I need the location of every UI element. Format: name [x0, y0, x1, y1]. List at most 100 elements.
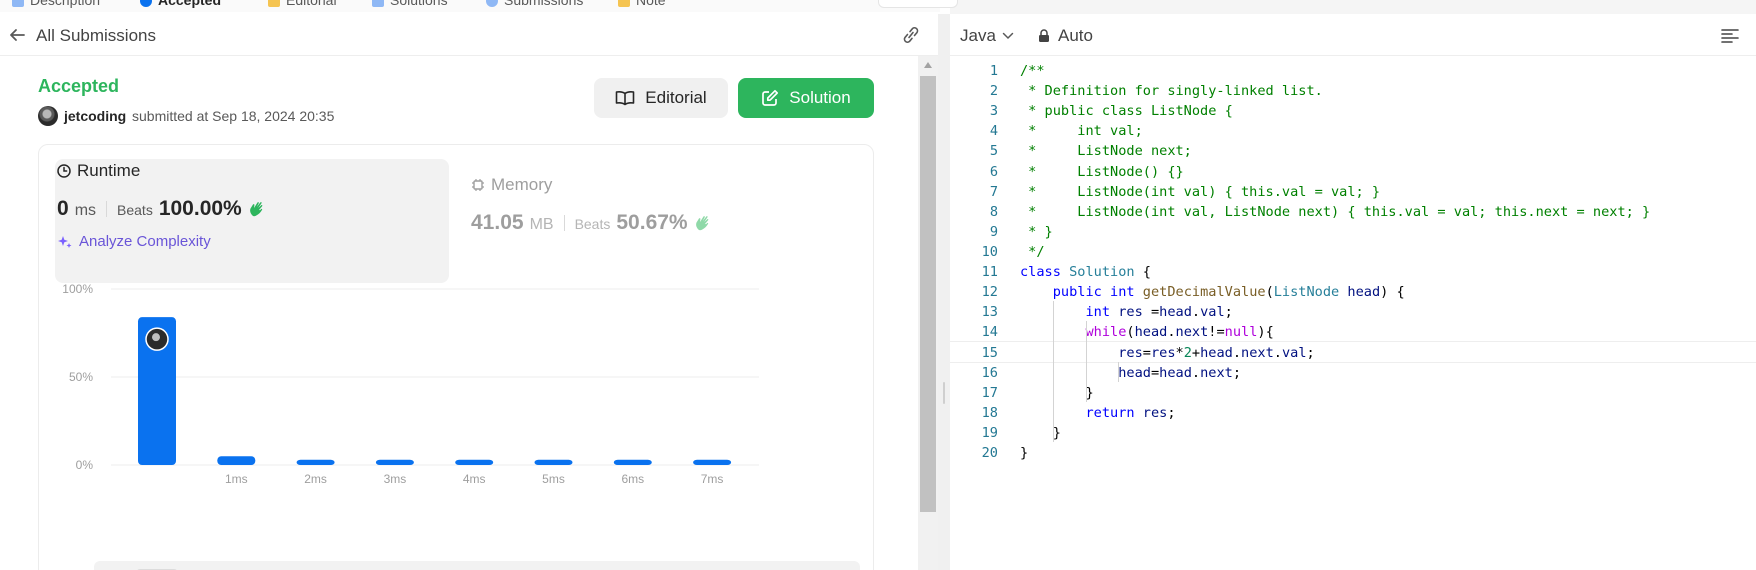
chart-bar[interactable] — [296, 459, 335, 465]
line-number: 10 — [981, 243, 998, 260]
code-text[interactable]: * ListNode(int val) { this.val = val; } — [1020, 181, 1380, 203]
editor-top-strip — [950, 0, 1756, 14]
code-line[interactable]: 14 while(head.next!=null){ — [950, 321, 1756, 343]
code-line[interactable]: 17 } — [950, 382, 1756, 404]
runtime-beats-percent: 100.00% — [158, 197, 242, 220]
all-submissions-link[interactable]: All Submissions — [36, 26, 156, 46]
chart-bar[interactable] — [217, 456, 256, 465]
tab-submissions[interactable]: Submissions — [486, 0, 583, 8]
runtime-distribution-chart: 0% 50% 100% 1ms 2ms 3ms 4ms 5ms 6ms 7ms — [62, 282, 759, 486]
share-link-icon[interactable] — [900, 26, 922, 44]
submission-header: All Submissions — [0, 14, 938, 56]
code-line[interactable]: 8 * ListNode(int val, ListNode next) { t… — [950, 201, 1756, 223]
tab-accepted[interactable]: Accepted — [140, 0, 221, 8]
scrollbar-thumb[interactable] — [920, 76, 936, 512]
memory-metrics: 41.05 MB Beats 50.67% — [471, 211, 712, 235]
chevron-down-icon — [1002, 32, 1014, 40]
book-open-icon — [615, 91, 635, 106]
code-text[interactable]: * public class ListNode { — [1020, 100, 1233, 122]
code-line[interactable]: 15 res=res*2+head.next.val; — [950, 341, 1756, 364]
code-line[interactable]: 10 */ — [950, 241, 1756, 263]
chart-bar[interactable] — [534, 459, 573, 465]
edit-icon — [762, 89, 779, 106]
resize-grip[interactable] — [943, 382, 945, 404]
line-number: 8 — [989, 203, 998, 220]
code-line[interactable]: 1 /** — [950, 60, 1756, 82]
code-text[interactable]: return res; — [1020, 402, 1175, 424]
runtime-value: 0 — [57, 197, 69, 220]
code-line[interactable]: 12 public int getDecimalValue(ListNode h… — [950, 281, 1756, 303]
code-line[interactable]: 9 * } — [950, 221, 1756, 243]
submission-pane: All Submissions Accepted jetcoding submi… — [0, 14, 938, 570]
code-text[interactable]: while(head.next!=null){ — [1020, 321, 1273, 343]
code-line[interactable]: 19 } — [950, 422, 1756, 444]
tab-description[interactable]: Description — [12, 0, 100, 8]
line-number: 6 — [989, 163, 998, 180]
language-selector[interactable]: Java — [960, 26, 1014, 46]
line-number: 13 — [981, 304, 998, 321]
menu-lines-icon[interactable] — [1720, 28, 1740, 44]
line-number: 18 — [981, 404, 998, 421]
code-text[interactable]: } — [1020, 382, 1093, 404]
chart-bar[interactable] — [613, 459, 652, 465]
editorial-button[interactable]: Editorial — [594, 78, 728, 118]
chart-bar[interactable] — [455, 459, 494, 465]
avatar[interactable] — [38, 106, 58, 126]
code-editor-pane: Java Auto 1/** 2 * Definition for singly-… — [950, 14, 1756, 570]
code-line[interactable]: 2 * Definition for singly-linked list. — [950, 80, 1756, 102]
tab-note[interactable]: Note — [618, 0, 666, 8]
code-line[interactable]: 16 head=head.next; — [950, 362, 1756, 384]
code-text[interactable]: * ListNode(int val, ListNode next) { thi… — [1020, 201, 1650, 223]
code-line[interactable]: 11 class Solution { — [950, 261, 1756, 283]
pane-resizer[interactable] — [938, 14, 950, 570]
floating-toolbar — [878, 0, 958, 8]
analyze-complexity-link[interactable]: Analyze Complexity — [57, 233, 211, 250]
code-text[interactable]: /** — [1020, 60, 1045, 82]
line-number: 17 — [981, 384, 998, 401]
code-text[interactable]: } — [1020, 442, 1028, 464]
code-text[interactable]: */ — [1020, 241, 1044, 263]
solution-button[interactable]: Solution — [738, 78, 874, 118]
code-line[interactable]: 20} — [950, 442, 1756, 464]
chart-bar[interactable] — [693, 459, 732, 465]
code-line[interactable]: 5 * ListNode next; — [950, 140, 1756, 162]
clap-icon — [249, 202, 263, 217]
chart-bar[interactable] — [375, 459, 414, 465]
runtime-unit: ms — [74, 202, 97, 219]
scroll-up-arrow-icon[interactable] — [924, 62, 932, 68]
code-text[interactable]: * ListNode() {} — [1020, 161, 1184, 183]
submissions-tab-icon — [486, 0, 498, 8]
back-arrow-icon[interactable] — [8, 26, 26, 44]
code-text[interactable]: } — [1020, 422, 1061, 444]
chart-x-tick-label: 7ms — [701, 472, 724, 486]
submitted-at: submitted at Sep 18, 2024 20:35 — [132, 108, 335, 124]
code-text[interactable]: * Definition for singly-linked list. — [1020, 80, 1323, 102]
code-line[interactable]: 18 return res; — [950, 402, 1756, 424]
left-scrollbar[interactable] — [918, 56, 938, 570]
code-text[interactable]: * int val; — [1020, 120, 1143, 142]
note-tab-icon — [618, 0, 630, 8]
code-line[interactable]: 13 int res =head.val; — [950, 301, 1756, 323]
memory-unit: MB — [529, 216, 554, 233]
chart-x-tick-label: 4ms — [463, 472, 486, 486]
code-text[interactable]: * ListNode next; — [1020, 140, 1192, 162]
code-line[interactable]: 6 * ListNode() {} — [950, 161, 1756, 183]
code-line[interactable]: 4 * int val; — [950, 120, 1756, 142]
line-number: 12 — [981, 284, 998, 301]
chart-x-tick-label: 2ms — [304, 472, 327, 486]
submitter-name[interactable]: jetcoding — [64, 108, 126, 124]
code-text[interactable]: public int getDecimalValue(ListNode head… — [1020, 281, 1405, 303]
memory-beats-label: Beats — [574, 216, 611, 232]
tab-solutions[interactable]: Solutions — [372, 0, 448, 8]
tab-editorial[interactable]: Editorial — [268, 0, 337, 8]
performance-card: Runtime 0 ms Beats 100.00% Analyze Compl… — [38, 144, 874, 570]
code-text[interactable]: class Solution { — [1020, 261, 1151, 283]
runtime-beats-label: Beats — [117, 202, 153, 218]
memory-heading[interactable]: Memory — [471, 175, 552, 195]
code-line[interactable]: 7 * ListNode(int val) { this.val = val; … — [950, 181, 1756, 203]
code-text[interactable]: * } — [1020, 221, 1053, 243]
code-line[interactable]: 3 * public class ListNode { — [950, 100, 1756, 122]
memory-value: 41.05 — [471, 211, 524, 234]
line-number: 14 — [981, 324, 998, 341]
indent-guide — [1052, 301, 1054, 442]
